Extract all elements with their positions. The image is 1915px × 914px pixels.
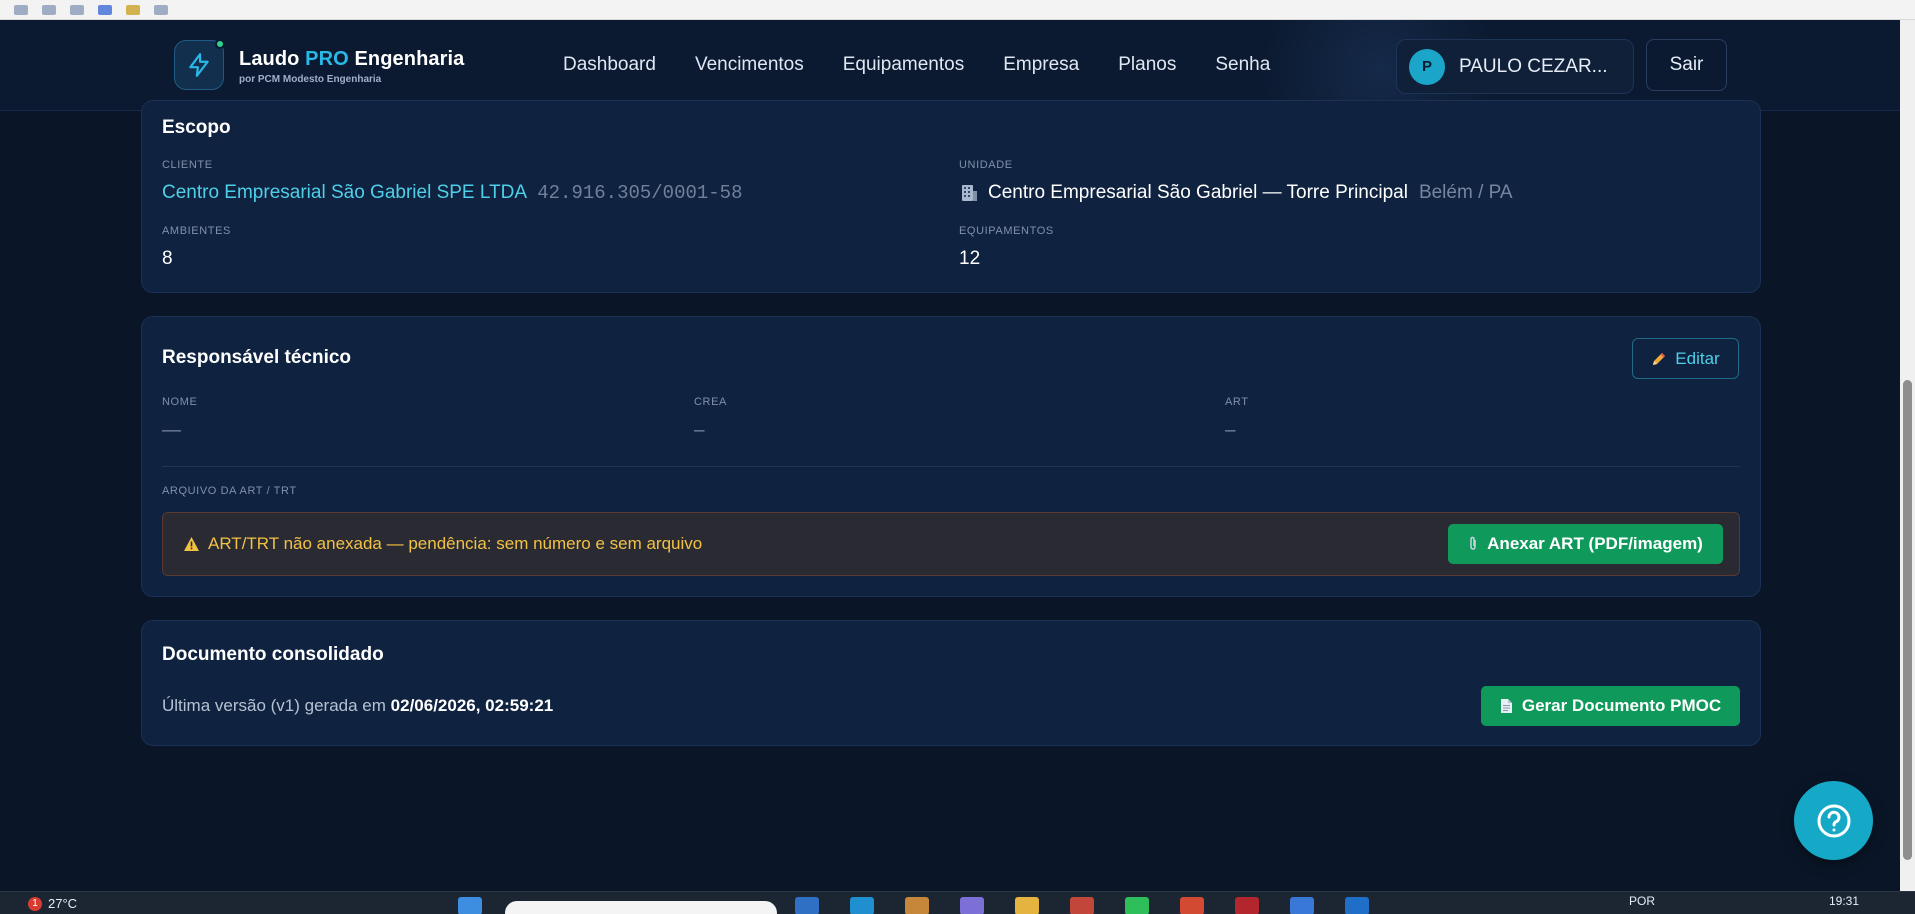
environments-label: AMBIENTES: [162, 225, 231, 237]
version-info: Última versão (v1) gerada em 02/06/2026,…: [162, 696, 553, 716]
art-value: –: [1225, 420, 1236, 441]
alert-text: ART/TRT não anexada — pendência: sem núm…: [208, 534, 703, 553]
version-date: 02/06/2026, 02:59:21: [390, 696, 554, 715]
nav-dashboard[interactable]: Dashboard: [563, 54, 656, 76]
divider: [162, 466, 1740, 467]
consolidated-document-card: Documento consolidado Última versão (v1)…: [141, 620, 1761, 746]
temperature: 27°C: [48, 896, 78, 911]
bookmark-icon[interactable]: [126, 4, 140, 15]
help-button[interactable]: [1794, 781, 1873, 860]
user-menu[interactable]: P PAULO CEZAR...: [1396, 39, 1634, 94]
start-icon[interactable]: [458, 897, 482, 914]
bookmark-icon[interactable]: [98, 4, 112, 15]
edit-button-label: Editar: [1675, 348, 1720, 368]
client-name-link[interactable]: Centro Empresarial São Gabriel SPE LTDA: [162, 182, 526, 203]
nav-vencimentos[interactable]: Vencimentos: [695, 54, 804, 76]
technical-title: Responsável técnico: [162, 347, 352, 368]
unit-label: UNIDADE: [959, 159, 1013, 171]
folder-icon[interactable]: [1015, 897, 1039, 914]
taskbar-search[interactable]: [505, 901, 777, 914]
clock[interactable]: 19:31: [1829, 894, 1859, 908]
name-label: NOME: [162, 396, 198, 408]
os-taskbar: 1 27°C POR 19:31: [0, 891, 1915, 914]
user-name: PAULO CEZAR...: [1459, 55, 1608, 77]
edit-button[interactable]: Editar: [1632, 338, 1739, 379]
notification-badge: 1: [28, 896, 42, 911]
logout-button[interactable]: Sair: [1646, 39, 1727, 91]
alert-message: ART/TRT não anexada — pendência: sem núm…: [183, 534, 702, 554]
app-icon[interactable]: [905, 897, 929, 914]
version-text: Última versão (v1) gerada em: [162, 696, 386, 715]
lightning-icon: [189, 53, 209, 77]
nav-senha[interactable]: Senha: [1215, 54, 1270, 76]
brand-subtitle: por PCM Modesto Engenharia: [239, 74, 382, 85]
bookmark-icon[interactable]: [14, 4, 28, 15]
scope-card: Escopo CLIENTE Centro Empresarial São Ga…: [141, 100, 1761, 293]
attach-art-button[interactable]: Anexar ART (PDF/imagem): [1448, 524, 1723, 564]
paperclip-icon: [1470, 536, 1476, 550]
unit-name: Centro Empresarial São Gabriel — Torre P…: [988, 182, 1408, 203]
unit-location: Belém / PA: [1418, 182, 1513, 203]
language-indicator[interactable]: POR: [1629, 894, 1655, 908]
unit-value: Centro Empresarial São Gabriel — Torre P…: [959, 182, 1513, 204]
pencil-icon: [1653, 352, 1666, 365]
brand: Laudo PRO Engenharia por PCM Modesto Eng…: [239, 48, 464, 85]
name-value: —: [162, 420, 181, 441]
equipment-value: 12: [959, 248, 981, 269]
crea-value: –: [694, 420, 705, 441]
document-title: Documento consolidado: [162, 644, 384, 665]
equipment-label: EQUIPAMENTOS: [959, 225, 1054, 237]
client-cnpj: 42.916.305/0001-58: [537, 182, 743, 204]
attach-art-label: Anexar ART (PDF/imagem): [1487, 534, 1703, 553]
technical-responsible-card: Responsável técnico Editar NOME — CREA –…: [141, 316, 1761, 597]
scrollbar-thumb[interactable]: [1903, 380, 1912, 860]
vscode-icon[interactable]: [1345, 897, 1369, 914]
art-file-label: ARQUIVO DA ART / TRT: [162, 485, 297, 497]
nav-equipamentos[interactable]: Equipamentos: [843, 54, 964, 76]
whatsapp-icon[interactable]: [1125, 897, 1149, 914]
browser-bookmarks-bar: [0, 0, 1915, 20]
generate-pmoc-button[interactable]: Gerar Documento PMOC: [1481, 686, 1740, 726]
app-icon[interactable]: [1070, 897, 1094, 914]
art-label: ART: [1225, 396, 1249, 408]
nav-empresa[interactable]: Empresa: [1003, 54, 1079, 76]
weather-widget[interactable]: 1 27°C: [28, 896, 77, 911]
brand-title: Laudo PRO Engenharia: [239, 48, 465, 70]
nav-planos[interactable]: Planos: [1118, 54, 1176, 76]
question-icon: [1817, 804, 1850, 837]
warning-icon: [184, 537, 199, 551]
online-status-dot: [215, 39, 225, 49]
app-icon[interactable]: [1180, 897, 1204, 914]
bookmark-icon[interactable]: [154, 4, 168, 15]
browser-icon[interactable]: [850, 897, 874, 914]
scope-title: Escopo: [162, 117, 231, 138]
environments-value: 8: [162, 248, 173, 269]
bookmark-icon[interactable]: [42, 4, 56, 15]
crea-label: CREA: [694, 396, 727, 408]
client-value: Centro Empresarial São Gabriel SPE LTDA …: [162, 182, 742, 204]
document-icon: [1500, 699, 1512, 713]
generate-pmoc-label: Gerar Documento PMOC: [1521, 696, 1722, 715]
art-pending-alert: ART/TRT não anexada — pendência: sem núm…: [162, 512, 1740, 576]
avatar: P: [1409, 48, 1445, 85]
app-icon[interactable]: [795, 897, 819, 914]
bookmark-icon[interactable]: [70, 4, 84, 15]
client-label: CLIENTE: [162, 159, 213, 171]
building-icon: [962, 185, 977, 201]
app-icon[interactable]: [1235, 897, 1259, 914]
app-icon[interactable]: [960, 897, 984, 914]
calendar-icon[interactable]: [1290, 897, 1314, 914]
app-header: Laudo PRO Engenharia por PCM Modesto Eng…: [0, 20, 1900, 111]
main-nav: Dashboard Vencimentos Equipamentos Empre…: [563, 20, 1270, 110]
